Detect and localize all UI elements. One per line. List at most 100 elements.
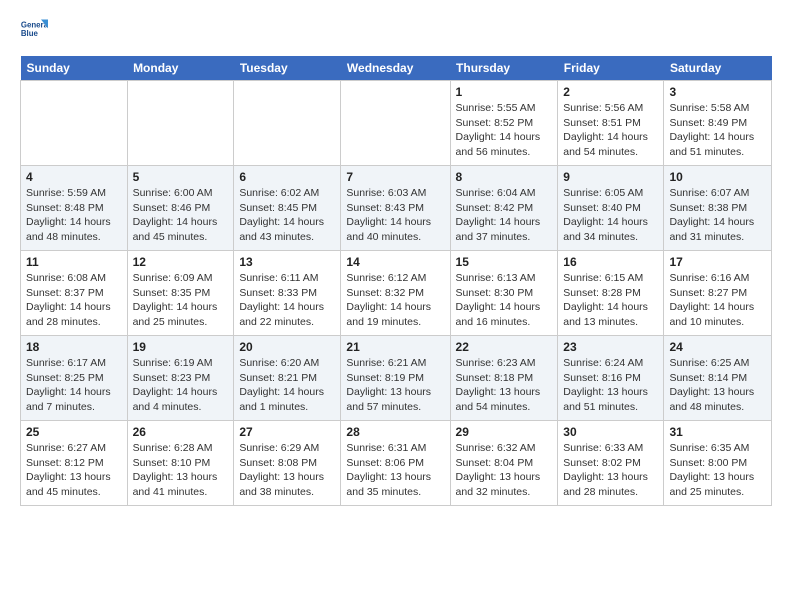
day-number: 18 <box>26 340 122 354</box>
weekday-header-tuesday: Tuesday <box>234 56 341 81</box>
day-detail: Sunrise: 6:03 AM Sunset: 8:43 PM Dayligh… <box>346 186 444 245</box>
day-detail: Sunrise: 6:27 AM Sunset: 8:12 PM Dayligh… <box>26 441 122 500</box>
day-number: 29 <box>456 425 553 439</box>
day-number: 13 <box>239 255 335 269</box>
day-number: 1 <box>456 85 553 99</box>
day-detail: Sunrise: 6:13 AM Sunset: 8:30 PM Dayligh… <box>456 271 553 330</box>
day-detail: Sunrise: 6:25 AM Sunset: 8:14 PM Dayligh… <box>669 356 766 415</box>
day-number: 19 <box>133 340 229 354</box>
day-number: 23 <box>563 340 658 354</box>
day-number: 31 <box>669 425 766 439</box>
calendar-cell: 28 Sunrise: 6:31 AM Sunset: 8:06 PM Dayli… <box>341 421 450 506</box>
day-number: 16 <box>563 255 658 269</box>
day-number: 2 <box>563 85 658 99</box>
day-number: 9 <box>563 170 658 184</box>
day-number: 14 <box>346 255 444 269</box>
calendar-cell <box>234 81 341 166</box>
calendar-cell <box>341 81 450 166</box>
calendar-cell: 15 Sunrise: 6:13 AM Sunset: 8:30 PM Dayli… <box>450 251 558 336</box>
day-detail: Sunrise: 6:23 AM Sunset: 8:18 PM Dayligh… <box>456 356 553 415</box>
day-number: 15 <box>456 255 553 269</box>
day-number: 27 <box>239 425 335 439</box>
day-number: 11 <box>26 255 122 269</box>
day-number: 21 <box>346 340 444 354</box>
calendar-cell: 22Sunrise: 6:23 AM Sunset: 8:18 PM Dayli… <box>450 336 558 421</box>
calendar-cell: 3 Sunrise: 5:58 AM Sunset: 8:49 PM Daylig… <box>664 81 772 166</box>
day-detail: Sunrise: 5:56 AM Sunset: 8:51 PM Dayligh… <box>563 101 658 160</box>
day-detail: Sunrise: 6:31 AM Sunset: 8:06 PM Dayligh… <box>346 441 444 500</box>
calendar-cell: 21 Sunrise: 6:21 AM Sunset: 8:19 PM Dayli… <box>341 336 450 421</box>
calendar-cell: 9 Sunrise: 6:05 AM Sunset: 8:40 PM Daylig… <box>558 166 664 251</box>
svg-text:Blue: Blue <box>21 29 39 38</box>
day-number: 28 <box>346 425 444 439</box>
day-detail: Sunrise: 6:15 AM Sunset: 8:28 PM Dayligh… <box>563 271 658 330</box>
day-number: 6 <box>239 170 335 184</box>
day-detail: Sunrise: 6:33 AM Sunset: 8:02 PM Dayligh… <box>563 441 658 500</box>
day-detail: Sunrise: 6:12 AM Sunset: 8:32 PM Dayligh… <box>346 271 444 330</box>
calendar-cell: 5 Sunrise: 6:00 AM Sunset: 8:46 PM Daylig… <box>127 166 234 251</box>
general-blue-icon: General Blue <box>20 16 48 44</box>
day-detail: Sunrise: 6:04 AM Sunset: 8:42 PM Dayligh… <box>456 186 553 245</box>
weekday-header-thursday: Thursday <box>450 56 558 81</box>
calendar-cell: 26 Sunrise: 6:28 AM Sunset: 8:10 PM Dayli… <box>127 421 234 506</box>
day-detail: Sunrise: 6:09 AM Sunset: 8:35 PM Dayligh… <box>133 271 229 330</box>
day-detail: Sunrise: 6:00 AM Sunset: 8:46 PM Dayligh… <box>133 186 229 245</box>
calendar-table: SundayMondayTuesdayWednesdayThursdayFrid… <box>20 56 772 506</box>
calendar-cell: 23 Sunrise: 6:24 AM Sunset: 8:16 PM Dayli… <box>558 336 664 421</box>
logo: General Blue <box>20 16 52 44</box>
calendar-cell: 19 Sunrise: 6:19 AM Sunset: 8:23 PM Dayli… <box>127 336 234 421</box>
day-number: 25 <box>26 425 122 439</box>
day-detail: Sunrise: 6:17 AM Sunset: 8:25 PM Dayligh… <box>26 356 122 415</box>
calendar-cell: 12 Sunrise: 6:09 AM Sunset: 8:35 PM Dayli… <box>127 251 234 336</box>
calendar-cell: 4 Sunrise: 5:59 AM Sunset: 8:48 PM Daylig… <box>21 166 128 251</box>
calendar-cell: 30 Sunrise: 6:33 AM Sunset: 8:02 PM Dayli… <box>558 421 664 506</box>
day-detail: Sunrise: 5:59 AM Sunset: 8:48 PM Dayligh… <box>26 186 122 245</box>
day-number: 24 <box>669 340 766 354</box>
calendar-cell: 20 Sunrise: 6:20 AM Sunset: 8:21 PM Dayli… <box>234 336 341 421</box>
day-number: 5 <box>133 170 229 184</box>
day-detail: Sunrise: 6:29 AM Sunset: 8:08 PM Dayligh… <box>239 441 335 500</box>
day-number: 26 <box>133 425 229 439</box>
calendar-cell: 1 Sunrise: 5:55 AM Sunset: 8:52 PM Daylig… <box>450 81 558 166</box>
day-detail: Sunrise: 6:35 AM Sunset: 8:00 PM Dayligh… <box>669 441 766 500</box>
day-number: 3 <box>669 85 766 99</box>
day-detail: Sunrise: 6:07 AM Sunset: 8:38 PM Dayligh… <box>669 186 766 245</box>
weekday-header-sunday: Sunday <box>21 56 128 81</box>
calendar-cell: 31 Sunrise: 6:35 AM Sunset: 8:00 PM Dayli… <box>664 421 772 506</box>
calendar-cell: 10Sunrise: 6:07 AM Sunset: 8:38 PM Dayli… <box>664 166 772 251</box>
calendar-cell: 7 Sunrise: 6:03 AM Sunset: 8:43 PM Daylig… <box>341 166 450 251</box>
day-number: 17 <box>669 255 766 269</box>
day-detail: Sunrise: 6:16 AM Sunset: 8:27 PM Dayligh… <box>669 271 766 330</box>
calendar-cell: 14 Sunrise: 6:12 AM Sunset: 8:32 PM Dayli… <box>341 251 450 336</box>
day-number: 4 <box>26 170 122 184</box>
calendar-cell: 16 Sunrise: 6:15 AM Sunset: 8:28 PM Dayli… <box>558 251 664 336</box>
day-number: 30 <box>563 425 658 439</box>
calendar-cell <box>127 81 234 166</box>
day-number: 12 <box>133 255 229 269</box>
day-detail: Sunrise: 6:24 AM Sunset: 8:16 PM Dayligh… <box>563 356 658 415</box>
day-detail: Sunrise: 6:08 AM Sunset: 8:37 PM Dayligh… <box>26 271 122 330</box>
day-detail: Sunrise: 6:28 AM Sunset: 8:10 PM Dayligh… <box>133 441 229 500</box>
day-detail: Sunrise: 6:11 AM Sunset: 8:33 PM Dayligh… <box>239 271 335 330</box>
weekday-header-saturday: Saturday <box>664 56 772 81</box>
day-detail: Sunrise: 6:19 AM Sunset: 8:23 PM Dayligh… <box>133 356 229 415</box>
calendar-cell <box>21 81 128 166</box>
day-detail: Sunrise: 6:32 AM Sunset: 8:04 PM Dayligh… <box>456 441 553 500</box>
day-detail: Sunrise: 5:58 AM Sunset: 8:49 PM Dayligh… <box>669 101 766 160</box>
day-detail: Sunrise: 6:05 AM Sunset: 8:40 PM Dayligh… <box>563 186 658 245</box>
calendar-cell: 25 Sunrise: 6:27 AM Sunset: 8:12 PM Dayli… <box>21 421 128 506</box>
calendar-cell: 2 Sunrise: 5:56 AM Sunset: 8:51 PM Daylig… <box>558 81 664 166</box>
calendar-cell: 29 Sunrise: 6:32 AM Sunset: 8:04 PM Dayli… <box>450 421 558 506</box>
calendar-cell: 27 Sunrise: 6:29 AM Sunset: 8:08 PM Dayli… <box>234 421 341 506</box>
day-detail: Sunrise: 6:21 AM Sunset: 8:19 PM Dayligh… <box>346 356 444 415</box>
day-number: 7 <box>346 170 444 184</box>
weekday-header-monday: Monday <box>127 56 234 81</box>
calendar-cell: 17 Sunrise: 6:16 AM Sunset: 8:27 PM Dayli… <box>664 251 772 336</box>
calendar-cell: 11 Sunrise: 6:08 AM Sunset: 8:37 PM Dayli… <box>21 251 128 336</box>
day-detail: Sunrise: 6:20 AM Sunset: 8:21 PM Dayligh… <box>239 356 335 415</box>
calendar-cell: 6Sunrise: 6:02 AM Sunset: 8:45 PM Daylig… <box>234 166 341 251</box>
day-detail: Sunrise: 5:55 AM Sunset: 8:52 PM Dayligh… <box>456 101 553 160</box>
calendar-cell: 24 Sunrise: 6:25 AM Sunset: 8:14 PM Dayli… <box>664 336 772 421</box>
weekday-header-wednesday: Wednesday <box>341 56 450 81</box>
day-number: 20 <box>239 340 335 354</box>
